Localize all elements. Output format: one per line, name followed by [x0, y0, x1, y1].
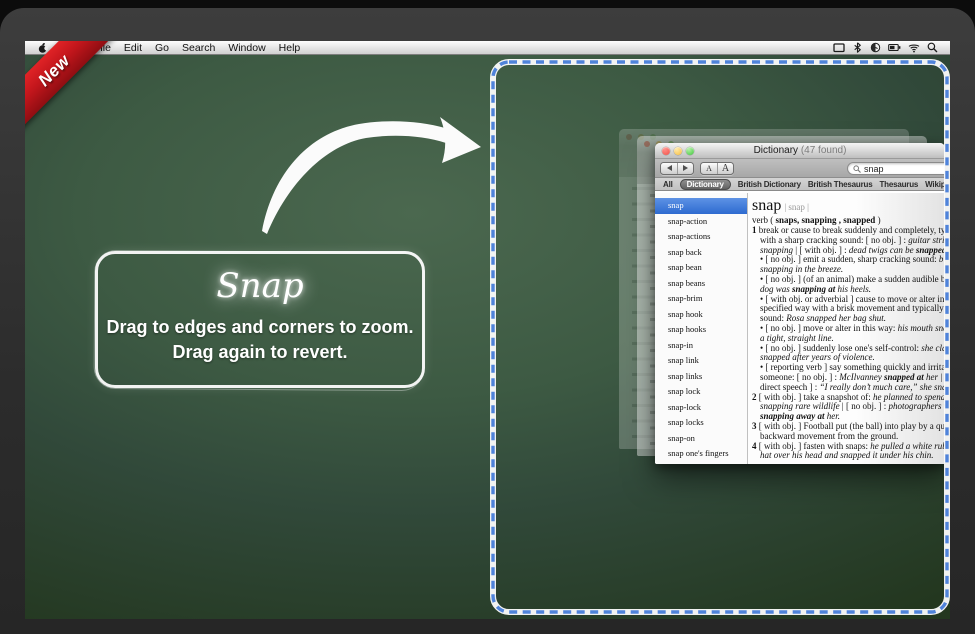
- window-title: Dictionary (47 found): [754, 145, 847, 156]
- forward-icon: [683, 165, 688, 171]
- definition-line: sound: Rosa snapped her bag shut.: [752, 314, 945, 324]
- reference-tabs: All Dictionary British Dictionary British T…: [655, 178, 945, 191]
- result-count: (47 found): [798, 145, 846, 156]
- spotlight-icon[interactable]: [927, 42, 938, 53]
- definition-line: 4 [ with obj. ] fasten with snaps: he pu…: [752, 442, 945, 452]
- definition-line: specified way with a brisk movement and …: [752, 304, 945, 314]
- dictionary-window: Dictionary (47 found) A A snap: [655, 143, 945, 464]
- definition-line: snapped after years of violence.: [752, 353, 945, 363]
- definition-line: • [ no obj. ] emit a sudden, sharp crack…: [752, 255, 945, 265]
- sidebar-item-snap-bean[interactable]: snap bean: [655, 260, 747, 276]
- sidebar-item-snap-locks[interactable]: snap locks: [655, 415, 747, 431]
- definition-line: snapping rare wildlife | [ no obj. ] : p…: [752, 402, 945, 412]
- definition-line: dog was snapping at his heels.: [752, 285, 945, 295]
- tab-thesaurus[interactable]: Thesaurus: [879, 180, 918, 189]
- window-toolbar: A A snap: [655, 159, 945, 178]
- definition-line: snapping away at her.: [752, 412, 945, 422]
- headword-line: snap| snap |: [752, 198, 945, 215]
- pronunciation: | snap |: [784, 202, 809, 212]
- instruction-box: Snap Drag to edges and corners to zoom. …: [95, 251, 425, 388]
- smaller-text-button[interactable]: A: [701, 163, 717, 174]
- tab-dictionary[interactable]: Dictionary: [680, 179, 731, 190]
- instruction-line-2: Drag again to revert.: [98, 340, 422, 365]
- tab-british-thesaurus[interactable]: British Thesaurus: [808, 180, 873, 189]
- sidebar-item-snap-links[interactable]: snap links: [655, 369, 747, 385]
- sidebar-item-snap-brim[interactable]: snap-brim: [655, 291, 747, 307]
- menu-go[interactable]: Go: [153, 42, 171, 54]
- definition-line: snapping | [ with obj. ] : dead twigs ca…: [752, 246, 945, 256]
- definition-pane: snap| snap | verb ( snaps, snapping , sn…: [748, 193, 945, 464]
- menu-search[interactable]: Search: [180, 42, 217, 54]
- results-sidebar: snapsnap-actionsnap-actionssnap backsnap…: [655, 193, 748, 464]
- sidebar-item-snap-on[interactable]: snap-on: [655, 431, 747, 447]
- mac-screen: FileEditGoSearchWindowHelp New: [25, 41, 950, 619]
- sidebar-item-snap-back[interactable]: snap back: [655, 245, 747, 261]
- definition-line: • [ reporting verb ] say something quick…: [752, 363, 945, 373]
- sidebar-item-snap-beans[interactable]: snap beans: [655, 276, 747, 292]
- sidebar-item-snap-lock[interactable]: snap-lock: [655, 400, 747, 416]
- sidebar-item-snap-hook[interactable]: snap hook: [655, 307, 747, 323]
- menu-items: FileEditGoSearchWindowHelp: [92, 42, 311, 54]
- minimize-button[interactable]: [674, 147, 682, 155]
- menu-status-icons: [833, 42, 938, 53]
- search-field[interactable]: snap: [847, 162, 945, 175]
- definition-line: 2 [ with obj. ] take a snapshot of: he p…: [752, 393, 945, 403]
- bluetooth-icon[interactable]: [852, 42, 863, 53]
- definition-line: with a sharp cracking sound: [ no obj. ]…: [752, 236, 945, 246]
- forward-button[interactable]: [677, 163, 693, 174]
- sidebar-item-snap-in[interactable]: snap-in: [655, 338, 747, 354]
- wifi-icon[interactable]: [908, 42, 920, 53]
- screenshot-stage: FileEditGoSearchWindowHelp New: [0, 0, 975, 634]
- sidebar-item-snap[interactable]: snap: [655, 198, 747, 214]
- zoom-button[interactable]: [686, 147, 694, 155]
- sidebar-item-snap-lock[interactable]: snap lock: [655, 384, 747, 400]
- larger-text-button[interactable]: A: [717, 163, 733, 174]
- search-value: snap: [864, 164, 884, 174]
- definition-line: 1 break or cause to break suddenly and c…: [752, 226, 945, 236]
- definition-line: • [ no obj. ] (of an animal) make a sudd…: [752, 275, 945, 285]
- definition-body: 1 break or cause to break suddenly and c…: [752, 226, 945, 461]
- sidebar-item-snap-action[interactable]: snap-action: [655, 214, 747, 230]
- tab-british-dictionary[interactable]: British Dictionary: [738, 180, 801, 189]
- font-size-control: A A: [700, 162, 734, 175]
- sidebar-item-snap-link[interactable]: snap link: [655, 353, 747, 369]
- sidebar-item-snap-actions[interactable]: snap-actions: [655, 229, 747, 245]
- dictionary-content: snapsnap-actionsnap-actionssnap backsnap…: [655, 193, 945, 464]
- definition-line: 3 [ with obj. ] Football put (the ball) …: [752, 422, 945, 432]
- back-button[interactable]: [661, 163, 677, 174]
- sidebar-item-snap-hooks[interactable]: snap hooks: [655, 322, 747, 338]
- tab-all[interactable]: All: [663, 180, 673, 189]
- definition-line: • [ no obj. ] suddenly lose one's self-c…: [752, 344, 945, 354]
- menu-help[interactable]: Help: [277, 42, 303, 54]
- definition-line: hat over his head and snapped it under h…: [752, 451, 945, 461]
- close-button[interactable]: [662, 147, 670, 155]
- definition-line: someone: [ no obj. ] : McIlvanney snappe…: [752, 373, 945, 383]
- definition-line: • [ with obj. or adverbial ] cause to mo…: [752, 295, 945, 305]
- clock-icon[interactable]: [870, 42, 881, 53]
- definition-line: backward movement from the ground.: [752, 432, 945, 442]
- window-titlebar[interactable]: Dictionary (47 found): [655, 143, 945, 159]
- tab-wikipedia[interactable]: Wikipedia: [925, 180, 945, 189]
- definition-line: direct speech ] : “I really don’t much c…: [752, 383, 945, 393]
- menu-window[interactable]: Window: [226, 42, 267, 54]
- instruction-line-1: Drag to edges and corners to zoom.: [98, 315, 422, 340]
- definition-line: • [ no obj. ] move or alter in this way:…: [752, 324, 945, 334]
- snap-window-icon[interactable]: [833, 42, 845, 53]
- desktop: Snap Drag to edges and corners to zoom. …: [25, 55, 950, 619]
- definition-line: snapping in the breeze.: [752, 265, 945, 275]
- definition-line: a tight, straight line.: [752, 334, 945, 344]
- battery-icon[interactable]: [888, 42, 901, 53]
- verb-forms-line: verb ( snaps, snapping , snapped ): [752, 215, 945, 226]
- sidebar-item-snap-one-s-fingers[interactable]: snap one's fingers: [655, 446, 747, 462]
- headword: snap: [752, 197, 781, 214]
- menu-edit[interactable]: Edit: [122, 42, 144, 54]
- search-icon: [853, 165, 861, 173]
- back-icon: [667, 165, 672, 171]
- app-title: Snap: [98, 266, 422, 306]
- menu-bar: FileEditGoSearchWindowHelp: [25, 41, 950, 55]
- history-nav-control: [660, 162, 694, 175]
